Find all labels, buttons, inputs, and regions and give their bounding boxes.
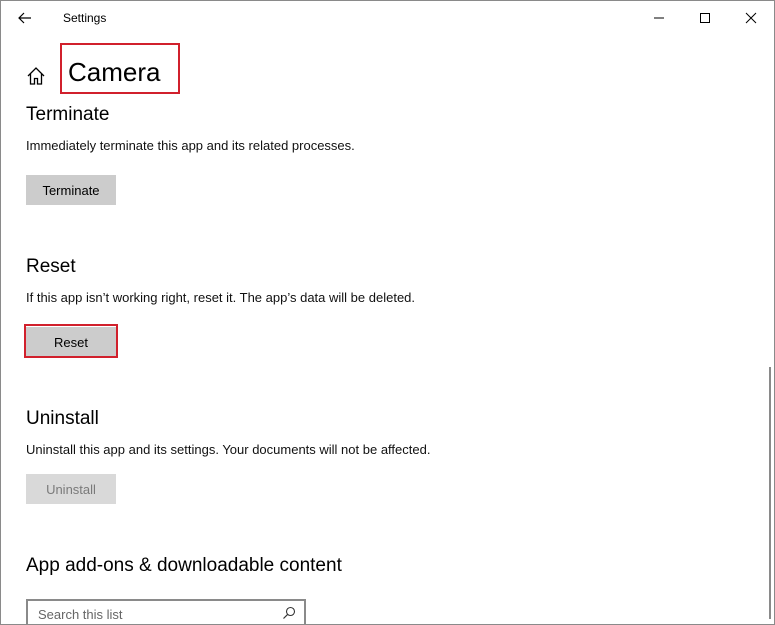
scrollbar-thumb[interactable] — [769, 367, 771, 619]
home-icon — [27, 67, 45, 85]
minimize-button[interactable] — [636, 1, 682, 35]
maximize-icon — [700, 13, 710, 23]
settings-window: Settings Camera Terminate Immediately te… — [0, 0, 775, 625]
window-title: Settings — [63, 11, 107, 25]
terminate-description: Immediately terminate this app and its r… — [26, 138, 355, 153]
home-button[interactable] — [25, 65, 47, 87]
terminate-heading: Terminate — [26, 104, 110, 125]
close-icon — [745, 12, 757, 24]
addons-heading: App add-ons & downloadable content — [26, 555, 342, 576]
maximize-button[interactable] — [682, 1, 728, 35]
title-highlight-box — [60, 43, 180, 94]
reset-description: If this app isn’t working right, reset i… — [26, 290, 416, 305]
close-button[interactable] — [728, 1, 774, 35]
reset-heading: Reset — [26, 256, 76, 277]
back-arrow-icon — [18, 12, 31, 24]
minimize-icon — [654, 17, 664, 19]
uninstall-description: Uninstall this app and its settings. You… — [26, 442, 431, 457]
search-icon[interactable] — [282, 606, 296, 620]
reset-highlight-box — [24, 324, 118, 358]
search-input[interactable] — [38, 605, 268, 623]
uninstall-heading: Uninstall — [26, 408, 99, 429]
title-bar: Settings — [1, 1, 774, 35]
terminate-button[interactable]: Terminate — [26, 175, 116, 205]
back-button[interactable] — [9, 3, 41, 33]
uninstall-button[interactable]: Uninstall — [26, 474, 116, 504]
search-box[interactable] — [26, 599, 306, 624]
